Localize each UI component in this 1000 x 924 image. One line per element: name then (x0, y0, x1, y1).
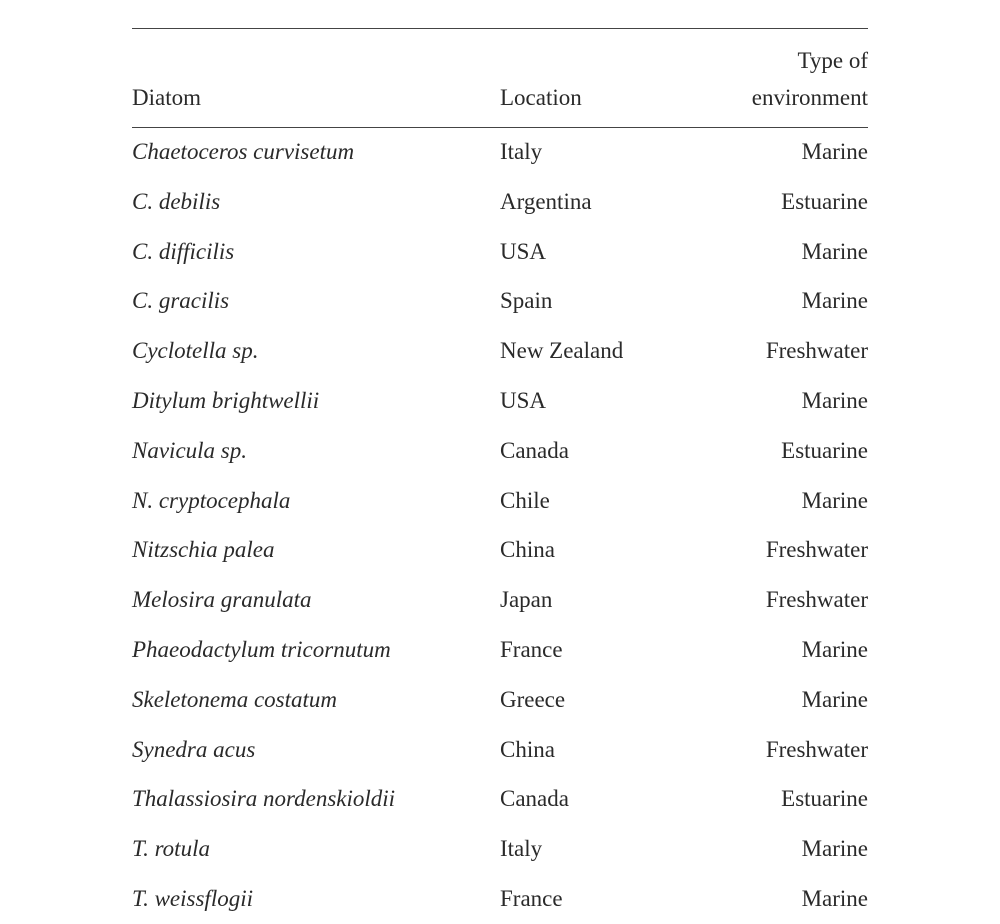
table-row: Nitzschia paleaChinaFreshwater (132, 526, 868, 576)
cell-diatom: C. debilis (132, 177, 500, 227)
cell-environment: Freshwater (691, 725, 868, 775)
cell-location: Chile (500, 476, 691, 526)
table-row: Thalassiosira nordenskioldiiCanadaEstuar… (132, 775, 868, 825)
cell-diatom: Melosira granulata (132, 576, 500, 626)
header-location: Location (500, 29, 691, 127)
cell-environment: Marine (691, 675, 868, 725)
cell-diatom: Chaetoceros curvisetum (132, 128, 500, 178)
cell-environment: Freshwater (691, 526, 868, 576)
header-diatom: Diatom (132, 29, 500, 127)
cell-location: China (500, 526, 691, 576)
table-row: Melosira granulataJapanFreshwater (132, 576, 868, 626)
cell-diatom: Synedra acus (132, 725, 500, 775)
table-row: Skeletonema costatumGreeceMarine (132, 675, 868, 725)
cell-location: China (500, 725, 691, 775)
table-row: C. difficilisUSAMarine (132, 227, 868, 277)
table-row: N. cryptocephalaChileMarine (132, 476, 868, 526)
cell-diatom: T. weissflogii (132, 875, 500, 924)
cell-diatom: Cyclotella sp. (132, 327, 500, 377)
table-row: T. weissflogiiFranceMarine (132, 875, 868, 924)
cell-diatom: Navicula sp. (132, 426, 500, 476)
cell-diatom: Nitzschia palea (132, 526, 500, 576)
cell-diatom: Phaeodactylum tricornutum (132, 626, 500, 676)
cell-diatom: Thalassiosira nordenskioldii (132, 775, 500, 825)
cell-environment: Marine (691, 825, 868, 875)
cell-location: Spain (500, 277, 691, 327)
table-row: Cyclotella sp.New ZealandFreshwater (132, 327, 868, 377)
cell-location: France (500, 626, 691, 676)
table-row: C. gracilisSpainMarine (132, 277, 868, 327)
table-header-row: Diatom Location Type of environment (132, 29, 868, 127)
cell-environment: Freshwater (691, 327, 868, 377)
table-row: C. debilisArgentinaEstuarine (132, 177, 868, 227)
header-environment-line2: environment (691, 80, 868, 117)
cell-diatom: Ditylum brightwellii (132, 377, 500, 427)
cell-environment: Marine (691, 128, 868, 178)
cell-environment: Freshwater (691, 576, 868, 626)
cell-environment: Marine (691, 476, 868, 526)
cell-location: Canada (500, 775, 691, 825)
cell-environment: Marine (691, 875, 868, 924)
table-row: Chaetoceros curvisetumItalyMarine (132, 128, 868, 178)
table-row: Navicula sp.CanadaEstuarine (132, 426, 868, 476)
cell-location: USA (500, 227, 691, 277)
cell-environment: Marine (691, 227, 868, 277)
cell-environment: Estuarine (691, 177, 868, 227)
cell-diatom: T. rotula (132, 825, 500, 875)
cell-environment: Marine (691, 277, 868, 327)
cell-environment: Marine (691, 626, 868, 676)
cell-diatom: N. cryptocephala (132, 476, 500, 526)
table-row: Ditylum brightwelliiUSAMarine (132, 377, 868, 427)
table-body: Chaetoceros curvisetumItalyMarineC. debi… (132, 128, 868, 924)
header-environment-line1: Type of (691, 43, 868, 80)
header-environment: Type of environment (691, 29, 868, 127)
cell-location: New Zealand (500, 327, 691, 377)
cell-diatom: C. difficilis (132, 227, 500, 277)
cell-location: Canada (500, 426, 691, 476)
cell-location: Japan (500, 576, 691, 626)
table-row: Phaeodactylum tricornutumFranceMarine (132, 626, 868, 676)
table-row: T. rotulaItalyMarine (132, 825, 868, 875)
cell-environment: Estuarine (691, 775, 868, 825)
cell-diatom: C. gracilis (132, 277, 500, 327)
cell-location: USA (500, 377, 691, 427)
table-row: Synedra acusChinaFreshwater (132, 725, 868, 775)
cell-location: Italy (500, 128, 691, 178)
diatom-table: Diatom Location Type of environment Chae… (132, 28, 868, 924)
page-container: Diatom Location Type of environment Chae… (0, 0, 1000, 780)
cell-location: France (500, 875, 691, 924)
cell-location: Greece (500, 675, 691, 725)
cell-location: Italy (500, 825, 691, 875)
cell-location: Argentina (500, 177, 691, 227)
cell-environment: Marine (691, 377, 868, 427)
cell-diatom: Skeletonema costatum (132, 675, 500, 725)
cell-environment: Estuarine (691, 426, 868, 476)
